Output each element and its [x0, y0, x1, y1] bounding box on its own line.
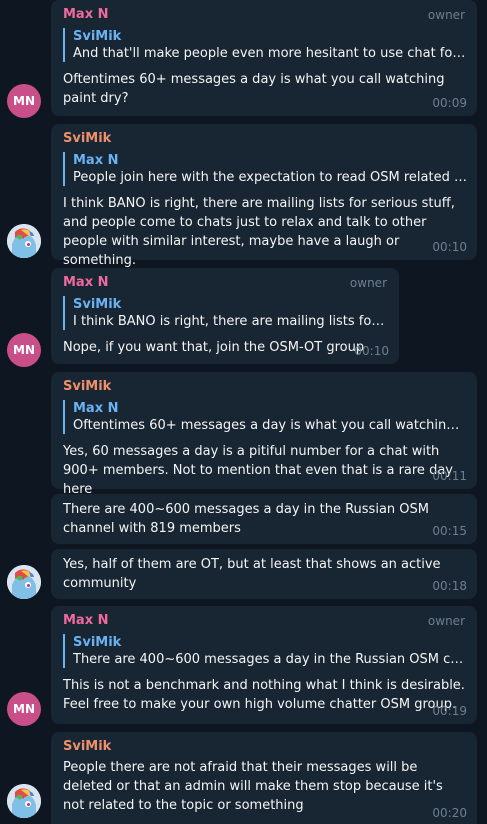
message-text: Yes, half of them are OT, but at least t…: [63, 557, 441, 591]
message-time: 00:20: [432, 806, 467, 820]
message-text: There are 400~600 messages a day in the …: [63, 502, 429, 536]
sender-name[interactable]: SviMik: [63, 130, 467, 150]
avatar-svimik[interactable]: [7, 224, 41, 258]
pony-avatar-icon: [7, 224, 41, 258]
reply-author: Max N: [73, 153, 119, 168]
avatar-initials: MN: [13, 343, 35, 357]
sender-name[interactable]: SviMik: [63, 378, 467, 398]
avatar-svimik[interactable]: [7, 565, 41, 599]
reply-author: Max N: [73, 401, 119, 416]
pony-avatar-icon: [7, 784, 41, 818]
message-time: 00:10: [432, 240, 467, 254]
reply-author: SviMik: [73, 297, 122, 312]
message-bubble[interactable]: Max N owner SviMik And that'll make peop…: [51, 0, 477, 116]
owner-badge: owner: [427, 614, 465, 628]
message-text: Yes, 60 messages a day is a pitiful numb…: [63, 444, 453, 497]
owner-badge: owner: [349, 276, 387, 290]
reply-text: There are 400~600 messages a day in the …: [73, 652, 467, 667]
reply-quote[interactable]: SviMik And that'll make people even more…: [63, 28, 467, 62]
owner-badge: owner: [427, 8, 465, 22]
message-time: 00:18: [432, 579, 467, 593]
message-time: 00:15: [432, 524, 467, 538]
message-bubble[interactable]: There are 400~600 messages a day in the …: [51, 494, 477, 544]
message-bubble[interactable]: SviMik Max N Oftentimes 60+ messages a d…: [51, 372, 477, 497]
avatar-max-n[interactable]: MN: [7, 84, 41, 118]
reply-text: And that'll make people even more hesita…: [73, 46, 467, 61]
sender-name[interactable]: Max N: [63, 612, 467, 632]
message-text: I think BANO is right, there are mailing…: [63, 196, 455, 268]
message-text: This is not a benchmark and nothing what…: [63, 678, 465, 712]
message-text: People there are not afraid that their m…: [63, 760, 443, 813]
message-text: Nope, if you want that, join the OSM-OT …: [63, 340, 365, 355]
avatar-svimik[interactable]: [7, 784, 41, 818]
reply-text: I think BANO is right, there are mailing…: [73, 314, 389, 329]
avatar-initials: MN: [13, 94, 35, 108]
message-bubble[interactable]: SviMik People there are not afraid that …: [51, 732, 477, 824]
sender-name[interactable]: Max N: [63, 274, 389, 294]
avatar-max-n[interactable]: MN: [7, 692, 41, 726]
avatar-initials: MN: [13, 702, 35, 716]
sender-name[interactable]: Max N: [63, 6, 467, 26]
reply-quote[interactable]: SviMik There are 400~600 messages a day …: [63, 634, 467, 668]
message-bubble[interactable]: SviMik Max N People join here with the e…: [51, 124, 477, 268]
sender-name[interactable]: SviMik: [63, 738, 467, 758]
message-bubble[interactable]: Max N owner SviMik There are 400~600 mes…: [51, 606, 477, 724]
message-bubble[interactable]: Yes, half of them are OT, but at least t…: [51, 549, 477, 599]
message-text: Oftentimes 60+ messages a day is what yo…: [63, 72, 445, 106]
message-time: 00:09: [432, 96, 467, 110]
reply-text: Oftentimes 60+ messages a day is what yo…: [73, 418, 467, 433]
reply-quote[interactable]: Max N People join here with the expectat…: [63, 152, 467, 186]
message-time: 00:10: [354, 344, 389, 358]
reply-text: People join here with the expectation to…: [73, 170, 467, 185]
avatar-max-n[interactable]: MN: [7, 333, 41, 367]
message-time: 00:11: [432, 469, 467, 483]
reply-author: SviMik: [73, 635, 122, 650]
pony-avatar-icon: [7, 565, 41, 599]
reply-author: SviMik: [73, 29, 122, 44]
reply-quote[interactable]: Max N Oftentimes 60+ messages a day is w…: [63, 400, 467, 434]
message-bubble[interactable]: Max N owner SviMik I think BANO is right…: [51, 268, 399, 364]
message-time: 00:19: [432, 704, 467, 718]
reply-quote[interactable]: SviMik I think BANO is right, there are …: [63, 296, 389, 330]
